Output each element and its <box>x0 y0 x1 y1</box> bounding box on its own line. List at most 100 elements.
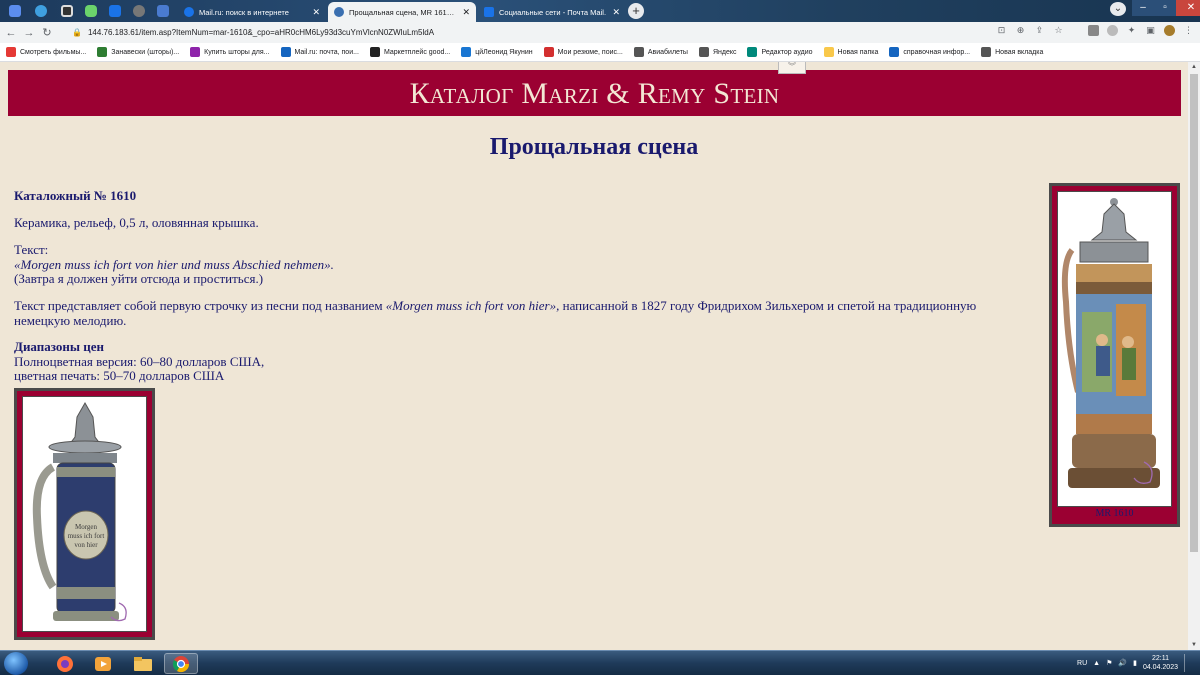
bookmark-icon <box>981 47 992 57</box>
show-desktop-button[interactable] <box>1184 654 1192 672</box>
bookmark-icon <box>97 47 108 57</box>
close-tab-icon[interactable]: ✕ <box>462 7 470 18</box>
tab-title: Прощальная сцена, MR 1610 | К <box>349 7 458 17</box>
bookmark-icon <box>747 47 758 57</box>
pinned-tab[interactable] <box>104 2 126 20</box>
site-icon <box>61 5 73 17</box>
bookmark-icon <box>823 47 834 57</box>
bookmark-item[interactable]: Маркетплейс good... <box>369 47 451 57</box>
bookmark-label: Занавески (шторы)... <box>111 48 180 56</box>
taskbar-media-player[interactable] <box>86 653 120 674</box>
bookmark-label: Редактор аудио <box>761 48 813 56</box>
side-stein-frame[interactable]: MR 1610 <box>1049 183 1180 527</box>
taskbar-explorer[interactable] <box>126 653 160 674</box>
close-tab-icon[interactable]: ✕ <box>312 7 320 18</box>
firefox-icon <box>57 655 73 672</box>
taskbar-chrome[interactable] <box>164 653 198 674</box>
stein-image[interactable]: Morgen muss ich fort von hier <box>22 396 147 632</box>
bookmark-label: справочная инфор... <box>903 48 971 56</box>
scroll-up-icon[interactable]: ▲ <box>1188 62 1200 72</box>
flag-icon[interactable]: ⚑ <box>1106 659 1112 667</box>
bookmark-icon <box>369 47 380 57</box>
star-icon[interactable]: ☆ <box>1053 25 1064 36</box>
text-label: Текст: <box>14 242 49 257</box>
reload-icon[interactable]: ↻ <box>40 26 54 40</box>
lock-icon[interactable]: 🔒 <box>72 28 82 37</box>
pinned-tab[interactable] <box>56 2 78 20</box>
scroll-down-icon[interactable]: ▼ <box>1188 640 1200 650</box>
bookmark-label: Маркетплейс good... <box>383 48 451 56</box>
scroll-thumb[interactable] <box>1190 74 1198 552</box>
menu-icon[interactable]: ⋮ <box>1183 25 1194 36</box>
volume-icon[interactable]: 🔊 <box>1118 659 1127 667</box>
back-icon[interactable]: ← <box>4 26 18 40</box>
bookmark-icon <box>543 47 554 57</box>
bookmark-item[interactable]: Новая вкладка <box>981 47 1043 57</box>
language-indicator[interactable]: RU <box>1077 660 1087 667</box>
tray-expand-icon[interactable]: ▲ <box>1093 660 1100 667</box>
pinned-tab[interactable] <box>30 2 52 20</box>
bookmark-label: Яндекс <box>712 48 737 56</box>
bookmark-icon <box>280 47 291 57</box>
translate-icon[interactable]: ⊡ <box>996 25 1007 36</box>
pinned-tab[interactable] <box>152 2 174 20</box>
share-icon[interactable]: ⇪ <box>1034 25 1045 36</box>
bookmark-icon <box>889 47 900 57</box>
site-icon <box>109 5 121 17</box>
clock[interactable]: 22:11 04.04.2023 <box>1143 654 1178 672</box>
stein-inscription-line: von hier <box>74 541 98 549</box>
close-tab-icon[interactable]: ✕ <box>612 7 620 18</box>
new-tab-button[interactable]: + <box>628 3 644 19</box>
tab-mail-search[interactable]: Mail.ru: поиск в интернете ✕ <box>178 2 326 22</box>
windows-taskbar: RU ▲ ⚑ 🔊 ▮ 22:11 04.04.2023 <box>0 650 1200 675</box>
pinned-tab[interactable] <box>4 2 26 20</box>
avatar[interactable] <box>1164 25 1175 36</box>
side-stein-image[interactable] <box>1057 191 1172 507</box>
address-bar[interactable]: 🔒 144.76.183.61/item.asp?ItemNum=mar-161… <box>72 25 992 40</box>
pinned-tab[interactable] <box>128 2 150 20</box>
chrome-icon <box>172 655 190 672</box>
stein-image-frame[interactable]: Morgen muss ich fort von hier <box>14 388 155 640</box>
bookmark-item[interactable]: Занавески (шторы)... <box>97 47 179 57</box>
price-color-print: цветная печать: 50–70 долларов США <box>14 368 225 383</box>
bookmark-item[interactable]: Купить шторы для... <box>190 47 270 57</box>
tab-social-mail[interactable]: Социальные сети - Почта Mail. ✕ <box>478 2 626 22</box>
bookmark-item[interactable]: справочная инфор... <box>889 47 970 57</box>
folder-icon <box>134 656 152 671</box>
bookmark-item[interactable]: цйЛеонид Якунин <box>461 47 533 57</box>
bookmark-item[interactable]: Смотреть фильмы... <box>6 47 86 57</box>
sidebar-icon[interactable]: ▣ <box>1145 25 1156 36</box>
tab-current-page[interactable]: Прощальная сцена, MR 1610 | К ✕ <box>328 2 476 22</box>
extension-icon[interactable] <box>1107 25 1118 36</box>
collapse-toggle-icon[interactable]: ︾ <box>778 62 806 74</box>
puzzle-icon[interactable]: ✦ <box>1126 25 1137 36</box>
forward-icon[interactable]: → <box>22 26 36 40</box>
pinned-tab[interactable] <box>80 2 102 20</box>
bookmark-item[interactable]: Новая папка <box>823 47 878 57</box>
taskbar-firefox[interactable] <box>48 653 82 674</box>
start-button[interactable] <box>4 652 28 675</box>
description-text: Текст представляет собой первую строчку … <box>14 298 386 313</box>
bookmark-item[interactable]: Mail.ru: почта, пои... <box>280 47 359 57</box>
close-window-button[interactable]: ✕ <box>1176 0 1200 16</box>
clock-date: 04.04.2023 <box>1142 664 1178 671</box>
zoom-icon[interactable]: ⊕ <box>1015 25 1026 36</box>
page-scrollbar[interactable]: ▲ ▼ <box>1188 62 1200 650</box>
network-icon[interactable]: ▮ <box>1133 659 1137 667</box>
bookmark-item[interactable]: Мои резюме, поис... <box>543 47 623 57</box>
extension-icon[interactable] <box>1088 25 1099 36</box>
bookmark-label: Купить шторы для... <box>204 48 270 56</box>
catalog-number: Каталожный № 1610 <box>14 188 137 203</box>
tab-search-icon[interactable]: ⌄ <box>1110 2 1126 16</box>
maximize-button[interactable]: ▫ <box>1154 0 1176 16</box>
side-stein-caption[interactable]: MR 1610 <box>1057 508 1172 519</box>
stein-photo-1: Morgen muss ich fort von hier <box>32 401 127 622</box>
bookmarks-bar: Смотреть фильмы... Занавески (шторы)... Ку… <box>0 43 1200 62</box>
globe-icon <box>334 7 344 17</box>
bookmark-item[interactable]: Авиабилеты <box>633 47 688 57</box>
bookmark-label: Авиабилеты <box>647 48 688 56</box>
bookmark-item[interactable]: Яндекс <box>698 47 737 57</box>
bookmark-item[interactable]: Редактор аудио <box>747 47 813 57</box>
bookmark-icon <box>190 47 201 57</box>
minimize-button[interactable]: – <box>1132 0 1154 16</box>
